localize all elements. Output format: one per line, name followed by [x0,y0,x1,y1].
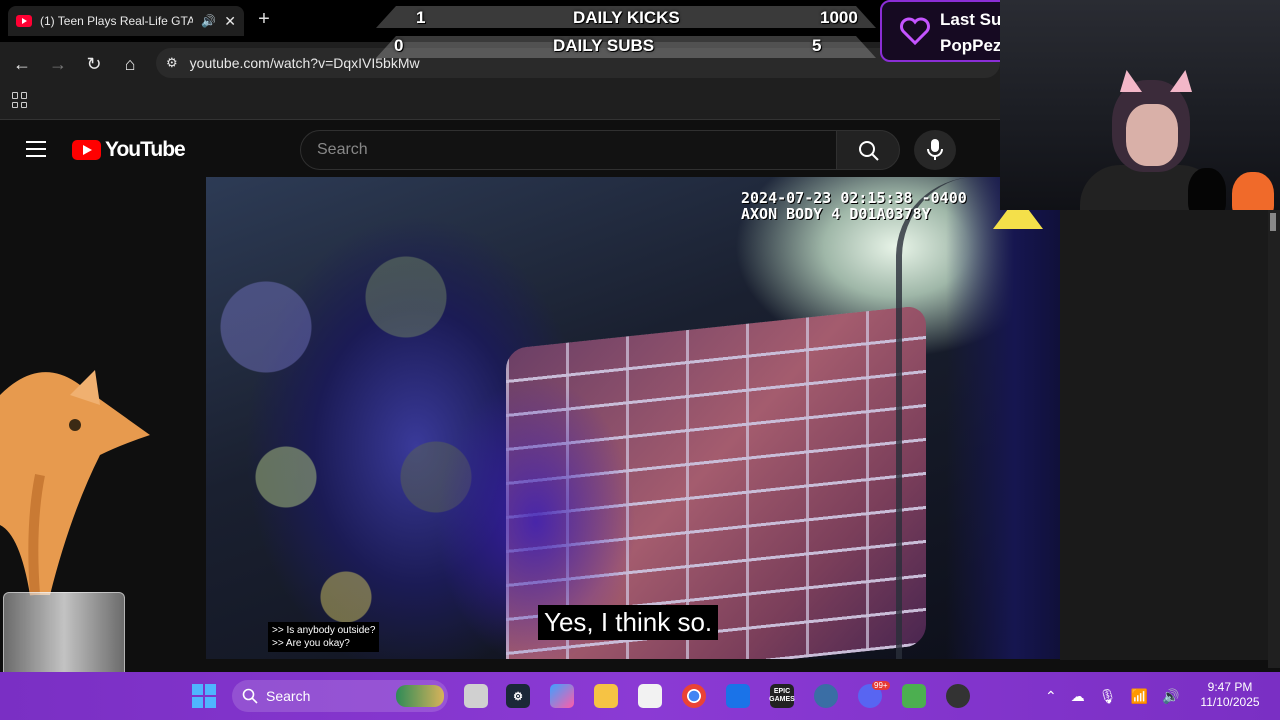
subs-label: DAILY SUBS [553,36,655,55]
obs-icon[interactable] [946,684,970,708]
taskbar-search[interactable]: Search [232,680,448,712]
youtube-logo[interactable]: YouTube [72,138,186,162]
volume-icon[interactable]: 🔊 [1162,688,1179,705]
tab-title: (1) Teen Plays Real-Life GTA [40,14,194,28]
microsoft-store-icon[interactable] [638,684,662,708]
clock-date: 11/10/2025 [1200,695,1260,709]
voice-search-button[interactable] [914,130,956,170]
forward-arrow-icon[interactable]: → [44,50,72,78]
orange-cat-sticker [1232,172,1274,210]
bodycam-timestamp: 2024-07-23 02:15:38 -0400 AXON BODY 4 D0… [741,189,967,223]
video-player[interactable]: 2024-07-23 02:15:38 -0400 AXON BODY 4 D0… [206,177,1060,659]
caption-large: Yes, I think so. [538,605,719,640]
page-side-area [1060,210,1270,660]
home-icon[interactable]: ⌂ [116,50,144,78]
edge-app-icon[interactable] [726,684,750,708]
youtube-play-icon [72,140,101,160]
search-highlight-icon [396,685,444,707]
microphone-icon[interactable]: 🎙 [1099,688,1117,705]
new-tab-button[interactable]: + [252,8,276,32]
cat-ear-icon [1170,70,1192,92]
heart-icon [900,17,930,46]
page-scrollbar[interactable] [1268,210,1280,668]
scrollbar-thumb[interactable] [1270,213,1276,231]
speaker-icon[interactable]: 🔊 [201,14,216,28]
back-arrow-icon[interactable]: ← [8,50,36,78]
chevron-up-icon[interactable]: ⌃ [1045,688,1057,705]
webcam-feed [1000,0,1280,210]
steam-icon[interactable]: ⚙ [506,684,530,708]
reload-icon[interactable]: ↻ [80,50,108,78]
task-view-icon[interactable] [464,684,488,708]
close-tab-icon[interactable]: ✕ [224,13,236,30]
kicks-current: 1 [416,8,426,27]
kicks-goal: 1000 [820,8,858,27]
menu-icon[interactable] [26,141,46,157]
daily-goals-overlay: 1 DAILY KICKS 1000 0 DAILY SUBS 5 [366,6,886,58]
search-icon [242,688,258,704]
bookmarks-bar [0,84,1000,120]
chrome-icon[interactable] [682,684,706,708]
clock-time: 9:47 PM [1207,680,1253,694]
caption-small: >> Is anybody outside? >> Are you okay? [268,622,380,652]
last-sub-name: PopPez [940,36,1002,55]
search-icon [859,141,879,161]
taskbar-clock[interactable]: 9:47 PM 11/10/2025 [1192,680,1268,710]
video-railing [896,177,976,659]
site-info-icon[interactable]: ⚙ [166,55,178,71]
youtube-search-button[interactable] [836,130,900,170]
orange-cat-overlay [0,370,150,596]
copilot-icon[interactable] [550,684,574,708]
subs-goal: 5 [812,36,822,55]
discord-badge: 99+ [872,681,890,690]
epic-games-icon[interactable]: EPIC GAMES [769,684,795,708]
youtube-favicon-icon [16,15,32,27]
system-tray: ⌃ ☁ 🎙 📶 🔊 [1045,684,1179,708]
taskbar-search-label: Search [266,688,311,704]
apps-grid-icon[interactable] [12,92,28,108]
subs-current: 0 [394,36,404,55]
cloud-icon[interactable]: ☁ [1071,688,1085,705]
youtube-search-input[interactable]: Search [300,130,837,170]
file-explorer-icon[interactable] [594,684,618,708]
black-cat-sticker [1188,168,1226,210]
kicks-label: DAILY KICKS [573,8,680,27]
minecraft-icon[interactable] [902,684,926,708]
microphone-icon [927,139,943,160]
app-icon[interactable] [814,684,838,708]
windows-start-icon[interactable] [192,684,216,708]
wifi-icon[interactable]: 📶 [1131,688,1148,705]
browser-tab[interactable]: (1) Teen Plays Real-Life GTA 🔊 ✕ [8,6,244,36]
youtube-logo-text: YouTube [105,138,186,161]
